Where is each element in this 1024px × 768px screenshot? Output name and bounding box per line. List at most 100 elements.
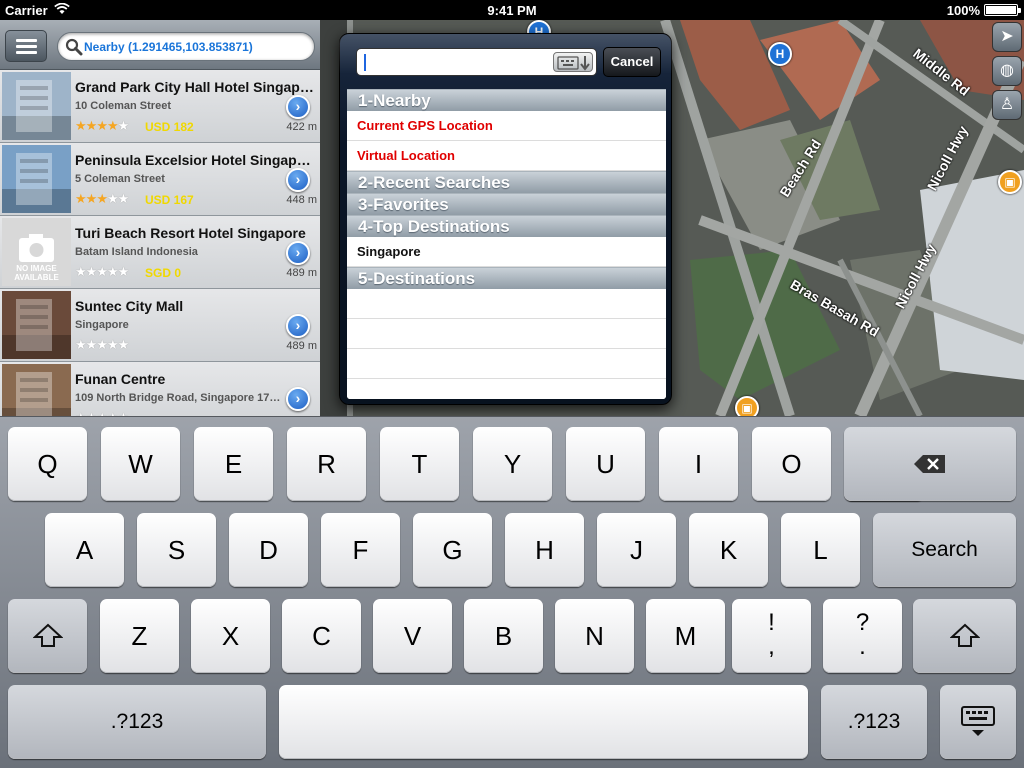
battery-percent: 100% <box>946 3 980 18</box>
location-arrow-icon: ➤ <box>1000 28 1014 45</box>
battery-fill <box>986 6 1016 14</box>
result-address: Singapore <box>75 319 129 331</box>
search-input[interactable]: Nearby (1.291465,103.853871) <box>57 32 315 61</box>
suggestion-cell[interactable]: Singapore <box>347 237 666 267</box>
key-y[interactable]: Y <box>473 427 552 501</box>
cancel-button[interactable]: Cancel <box>603 47 661 77</box>
key-d[interactable]: D <box>229 513 308 587</box>
key-x[interactable]: X <box>191 599 270 673</box>
key-g[interactable]: G <box>413 513 492 587</box>
empty-cell <box>347 289 666 319</box>
photo-image <box>2 80 71 140</box>
result-title: Funan Centre <box>75 371 166 387</box>
photo-image <box>2 299 71 359</box>
backspace-key[interactable] <box>844 427 1016 501</box>
search-icon <box>65 38 83 56</box>
search-key[interactable]: Search <box>873 513 1016 587</box>
result-row[interactable]: NO IMAGE AVAILABLE Turi Beach Resort Hote… <box>0 216 320 289</box>
detail-disclosure-button[interactable]: › <box>286 168 310 192</box>
key-r[interactable]: R <box>287 427 366 501</box>
numbers-key-left[interactable]: .?123 <box>8 685 266 759</box>
suggestion-table[interactable]: 1-Nearby Current GPS Location Virtual Loca… <box>347 89 666 399</box>
rating-stars: ★★★★★ <box>75 264 129 279</box>
numbers-key-right[interactable]: .?123 <box>821 685 927 759</box>
result-thumbnail <box>2 291 71 359</box>
key-e[interactable]: E <box>194 427 273 501</box>
key-m[interactable]: M <box>646 599 725 673</box>
onscreen-keyboard: QWERTYUIOPASDFGHJKLSearchZXCVBNM!,?..?12… <box>0 416 1024 768</box>
results-panel: Nearby (1.291465,103.853871) Grand Park … <box>0 20 320 416</box>
suggestion-cell[interactable]: Virtual Location <box>347 141 666 171</box>
menu-button[interactable] <box>5 30 47 62</box>
suggestion-cell[interactable]: Current GPS Location <box>347 111 666 141</box>
detail-disclosure-button[interactable]: › <box>286 95 310 119</box>
result-address: 5 Coleman Street <box>75 173 165 185</box>
hotel-pin-icon[interactable]: H <box>768 42 792 66</box>
rating-stars: ★★★★★ <box>75 191 129 206</box>
poi-pin-icon[interactable]: ▣ <box>998 170 1022 194</box>
keyboard-dismiss-icon <box>961 706 995 736</box>
detail-disclosure-button[interactable]: › <box>286 314 310 338</box>
key-l[interactable]: L <box>781 513 860 587</box>
result-address: 109 North Bridge Road, Singapore 179… <box>75 392 285 404</box>
detail-disclosure-button[interactable]: › <box>286 241 310 265</box>
search-toolbar: Nearby (1.291465,103.853871) <box>0 20 320 70</box>
shift-key[interactable] <box>8 599 87 673</box>
result-title: Peninsula Excelsior Hotel Singap… <box>75 152 311 168</box>
street-view-button[interactable]: ♙ <box>992 90 1022 120</box>
result-thumbnail <box>2 145 71 213</box>
shift-key-right[interactable] <box>913 599 1016 673</box>
result-row[interactable]: Funan Centre 109 North Bridge Road, Singa… <box>0 362 320 416</box>
shift-icon <box>948 623 981 647</box>
result-title: Turi Beach Resort Hotel Singapore <box>75 225 306 241</box>
result-row[interactable]: Suntec City Mall Singapore ★★★★★ 489 m › <box>0 289 320 362</box>
empty-cell <box>347 349 666 379</box>
key-n[interactable]: N <box>555 599 634 673</box>
globe-button[interactable]: ◍ <box>992 56 1022 86</box>
key-q[interactable]: Q <box>8 427 87 501</box>
result-row[interactable]: Grand Park City Hall Hotel Singapo… 10 Co… <box>0 70 320 143</box>
result-thumbnail <box>2 364 71 416</box>
detail-disclosure-button[interactable]: › <box>286 387 310 411</box>
key-o[interactable]: O <box>752 427 831 501</box>
result-distance: 448 m <box>286 194 317 206</box>
result-distance: 489 m <box>286 340 317 352</box>
key-v[interactable]: V <box>373 599 452 673</box>
key-b[interactable]: B <box>464 599 543 673</box>
punct-upper: ? <box>855 609 870 636</box>
poi-pin-icon[interactable]: ▣ <box>735 396 759 416</box>
popover-search-input[interactable] <box>356 48 597 76</box>
menu-icon <box>16 51 37 54</box>
result-title: Suntec City Mall <box>75 298 184 314</box>
locate-button[interactable]: ➤ <box>992 22 1022 52</box>
keyboard-down-icon <box>557 56 590 71</box>
key-w[interactable]: W <box>101 427 180 501</box>
text-caret <box>364 54 366 71</box>
key-u[interactable]: U <box>566 427 645 501</box>
photo-image <box>2 372 71 416</box>
key-exclamation-comma[interactable]: !, <box>732 599 811 673</box>
result-row[interactable]: Peninsula Excelsior Hotel Singap… 5 Colem… <box>0 143 320 216</box>
key-h[interactable]: H <box>505 513 584 587</box>
empty-cell <box>347 319 666 349</box>
key-j[interactable]: J <box>597 513 676 587</box>
key-i[interactable]: I <box>659 427 738 501</box>
key-t[interactable]: T <box>380 427 459 501</box>
key-s[interactable]: S <box>137 513 216 587</box>
key-k[interactable]: K <box>689 513 768 587</box>
key-z[interactable]: Z <box>100 599 179 673</box>
key-f[interactable]: F <box>321 513 400 587</box>
dismiss-keyboard-key[interactable] <box>940 685 1016 759</box>
key-c[interactable]: C <box>282 599 361 673</box>
key-question-period[interactable]: ?. <box>823 599 902 673</box>
keyboard-toggle-button[interactable] <box>553 52 593 72</box>
punct-upper: ! <box>768 609 775 636</box>
result-distance: 489 m <box>286 267 317 279</box>
key-a[interactable]: A <box>45 513 124 587</box>
space-key[interactable] <box>279 685 808 759</box>
result-price: SGD 0 <box>145 266 182 280</box>
results-list[interactable]: Grand Park City Hall Hotel Singapo… 10 Co… <box>0 70 320 416</box>
status-bar: Carrier 9:41 PM 100% <box>0 0 1024 20</box>
battery-icon <box>984 4 1021 16</box>
section-header: 2-Recent Searches <box>347 171 666 193</box>
